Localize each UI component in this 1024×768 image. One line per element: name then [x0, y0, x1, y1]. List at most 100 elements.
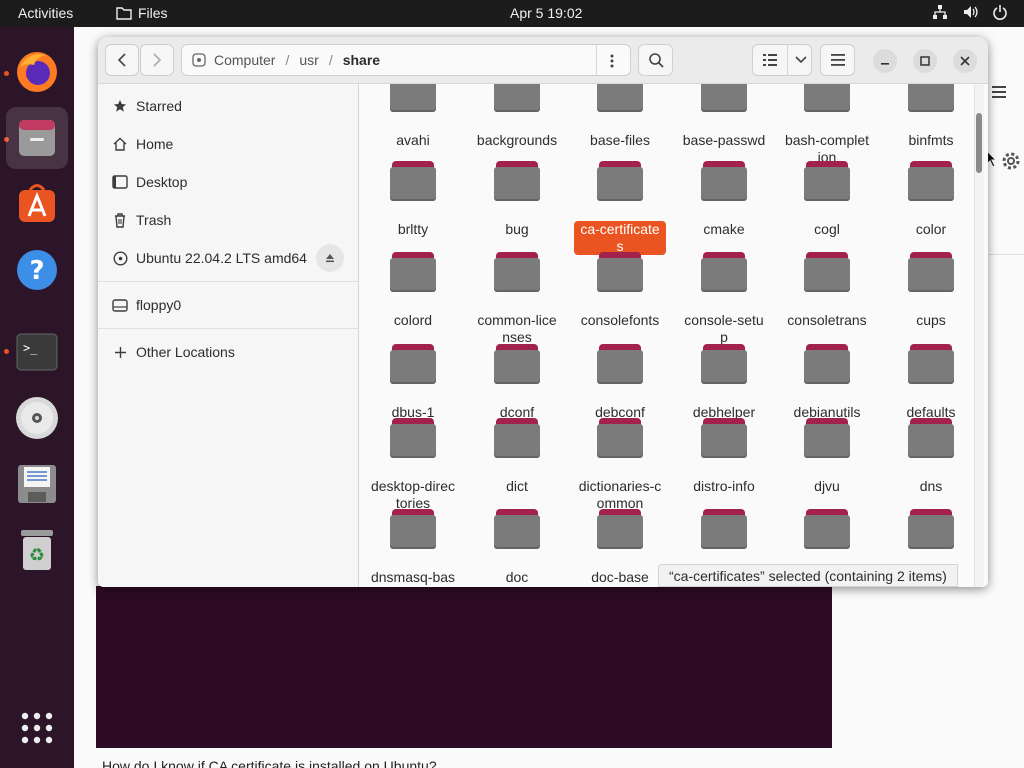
firefox-launcher[interactable] — [6, 41, 68, 103]
folder-item[interactable]: dnsmasq-base — [361, 509, 465, 587]
path-crumb-usr[interactable]: usr — [299, 52, 318, 68]
folder-icon — [597, 252, 643, 292]
folder-icon — [908, 344, 954, 384]
sidebar-item-label: Other Locations — [136, 344, 235, 360]
folder-item[interactable]: avahi — [361, 84, 465, 149]
folder-item[interactable]: desktop-directories — [361, 418, 465, 512]
folder-item[interactable]: djvu — [775, 418, 879, 495]
sidebar-item-home[interactable]: Home — [98, 125, 358, 163]
folder-icon — [908, 418, 954, 458]
folder-item[interactable] — [672, 509, 776, 549]
main-menu-button[interactable] — [820, 44, 855, 76]
chevron-down-icon[interactable] — [795, 56, 807, 64]
folder-item[interactable]: dbus-1 — [361, 344, 465, 421]
folder-item[interactable]: consoletrans — [775, 252, 879, 329]
folder-item[interactable]: cups — [879, 252, 983, 329]
show-apps-button[interactable] — [6, 697, 68, 759]
folder-item[interactable]: base-files — [568, 84, 672, 149]
folder-icon — [390, 84, 436, 112]
path-crumb-share[interactable]: share — [343, 52, 380, 68]
folder-item[interactable]: common-licenses — [465, 252, 569, 346]
folder-label: cups — [916, 312, 946, 328]
folder-label: bug — [505, 221, 529, 237]
hamburger-menu-icon[interactable] — [992, 85, 1006, 101]
folder-icon — [390, 418, 436, 458]
floppy-icon — [18, 465, 56, 503]
folder-item[interactable]: cogl — [775, 161, 879, 238]
files-window: Computer / usr / share Starred Home Desk… — [98, 37, 988, 587]
eject-button[interactable] — [316, 244, 344, 272]
folder-item[interactable]: debianutils — [775, 344, 879, 421]
folder-item[interactable]: debhelper — [672, 344, 776, 421]
path-crumb-computer[interactable]: Computer — [214, 52, 275, 68]
close-button[interactable] — [953, 49, 977, 73]
folder-item[interactable]: bug — [465, 161, 569, 238]
help-launcher[interactable]: ? — [6, 239, 68, 301]
folder-item[interactable]: ca-certificates — [568, 161, 672, 255]
folder-item[interactable] — [775, 509, 879, 549]
folder-item[interactable]: consolefonts — [568, 252, 672, 329]
plus-icon — [112, 344, 128, 360]
app-center-launcher[interactable] — [6, 173, 68, 235]
folder-item[interactable]: bash-completion — [775, 84, 879, 166]
folder-item[interactable]: doc-base — [568, 509, 672, 586]
folder-item[interactable]: debconf — [568, 344, 672, 421]
folder-item[interactable]: binfmts — [879, 84, 983, 149]
back-button[interactable] — [105, 44, 139, 76]
folder-item[interactable]: dns — [879, 418, 983, 495]
forward-button[interactable] — [140, 44, 174, 76]
background-question-link[interactable]: How do I know if CA certificate is insta… — [102, 758, 437, 768]
settings-gear-icon[interactable] — [1000, 150, 1022, 175]
folder-icon — [701, 344, 747, 384]
maximize-button[interactable] — [913, 49, 937, 73]
list-view-icon — [763, 54, 777, 66]
folder-label: distro-info — [693, 478, 755, 494]
folder-item[interactable]: base-passwd — [672, 84, 776, 149]
folder-icon — [701, 252, 747, 292]
app-menu[interactable]: Files — [116, 5, 168, 21]
folder-label: consoletrans — [787, 312, 867, 328]
scrollbar-thumb[interactable] — [976, 113, 982, 173]
folder-item[interactable]: backgrounds — [465, 84, 569, 149]
path-bar[interactable]: Computer / usr / share — [181, 44, 631, 76]
more-options-icon[interactable] — [610, 54, 614, 68]
sidebar-item-other-locations[interactable]: Other Locations — [98, 333, 358, 371]
clock[interactable]: Apr 5 19:02 — [510, 5, 582, 21]
folder-item[interactable]: cmake — [672, 161, 776, 238]
files-launcher[interactable] — [6, 107, 68, 169]
sidebar-item-desktop[interactable]: Desktop — [98, 163, 358, 201]
sidebar-item-trash[interactable]: Trash — [98, 201, 358, 239]
sidebar-item-ubuntu-disc[interactable]: Ubuntu 22.04.2 LTS amd64 — [98, 239, 358, 277]
sidebar-item-starred[interactable]: Starred — [98, 87, 358, 125]
folder-item[interactable]: dictionaries-common — [568, 418, 672, 512]
file-grid: avahi backgrounds base-files base-passwd bas… — [359, 84, 988, 587]
search-icon — [648, 53, 664, 68]
folder-item[interactable]: doc — [465, 509, 569, 586]
view-toggle-button[interactable] — [752, 44, 812, 76]
folder-item[interactable]: dconf — [465, 344, 569, 421]
eject-icon — [326, 254, 334, 263]
folder-icon — [701, 84, 747, 112]
folder-item[interactable] — [879, 509, 983, 549]
folder-item[interactable]: distro-info — [672, 418, 776, 495]
terminal-launcher[interactable]: >_ — [6, 321, 68, 383]
sidebar-item-floppy0[interactable]: floppy0 — [98, 286, 358, 324]
svg-text:?: ? — [29, 256, 44, 286]
minimize-button[interactable] — [873, 49, 897, 73]
floppy-launcher[interactable] — [6, 453, 68, 515]
sidebar-item-label: Trash — [136, 212, 172, 228]
activities-button[interactable]: Activities — [18, 5, 73, 21]
trash-launcher[interactable]: ♻ — [6, 519, 68, 581]
folder-item[interactable]: color — [879, 161, 983, 238]
dvd-launcher[interactable] — [6, 387, 68, 449]
status-overlay: “ca-certificates” selected (containing 2… — [658, 564, 958, 587]
system-tray[interactable] — [932, 4, 1008, 20]
folder-item[interactable]: colord — [361, 252, 465, 329]
folder-item[interactable]: defaults — [879, 344, 983, 421]
folder-item[interactable]: dict — [465, 418, 569, 495]
search-button[interactable] — [638, 44, 673, 76]
folder-item[interactable]: console-setup — [672, 252, 776, 346]
folder-item[interactable]: brltty — [361, 161, 465, 238]
folder-icon — [390, 509, 436, 549]
folder-icon — [597, 344, 643, 384]
